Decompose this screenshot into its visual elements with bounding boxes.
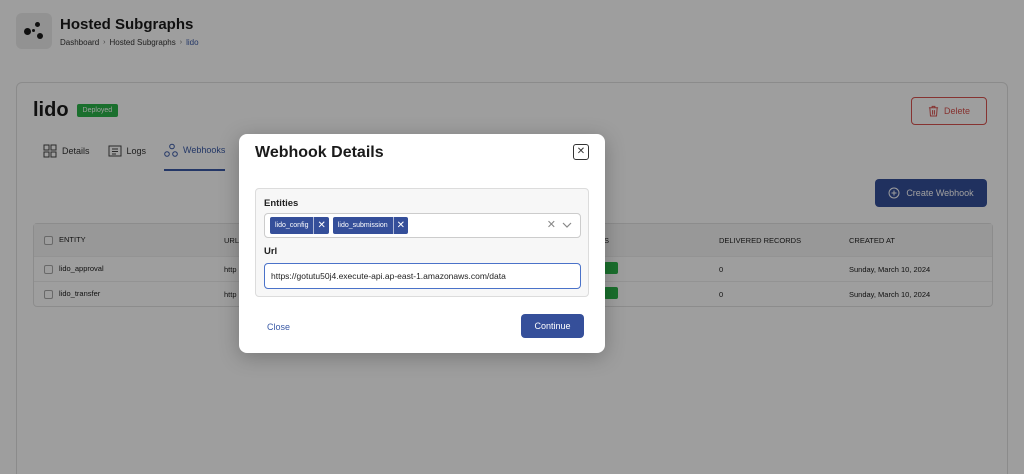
continue-button[interactable]: Continue xyxy=(521,314,584,338)
entity-tag-label: lido_submission xyxy=(337,222,388,229)
chevron-down-icon[interactable] xyxy=(562,222,572,228)
entity-tag: lido_submission ✕ xyxy=(332,217,409,234)
url-input[interactable] xyxy=(264,263,581,289)
clear-all-icon[interactable]: ✕ xyxy=(547,218,556,231)
close-button[interactable]: Close xyxy=(267,322,290,332)
entity-tag-label: lido_config xyxy=(275,222,309,229)
entities-multiselect[interactable]: lido_config ✕ lido_submission ✕ ✕ xyxy=(264,213,581,238)
modal-title: Webhook Details xyxy=(255,144,384,161)
webhook-form: Entities lido_config ✕ lido_submission ✕… xyxy=(255,188,589,297)
close-icon[interactable]: ✕ xyxy=(573,144,589,160)
url-label: Url xyxy=(264,246,278,257)
remove-tag-icon[interactable]: ✕ xyxy=(313,217,328,234)
entity-tag: lido_config ✕ xyxy=(270,217,329,234)
webhook-details-modal: Webhook Details ✕ Entities lido_config ✕… xyxy=(239,134,605,353)
entities-label: Entities xyxy=(264,198,299,209)
remove-tag-icon[interactable]: ✕ xyxy=(392,217,408,234)
